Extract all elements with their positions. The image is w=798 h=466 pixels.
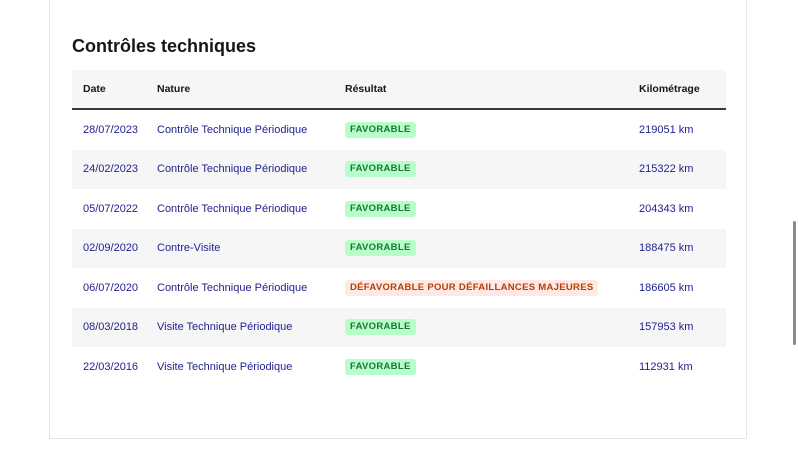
- table-row: 24/02/2023 Contrôle Technique Périodique…: [72, 149, 726, 189]
- row-mileage: 186605 km: [639, 281, 694, 294]
- status-badge: DÉFAVORABLE POUR DÉFAILLANCES MAJEURES: [345, 279, 599, 296]
- row-mileage: 112931 km: [639, 360, 693, 373]
- table-row: 28/07/2023 Contrôle Technique Périodique…: [72, 110, 726, 150]
- technical-inspections-card: Contrôles techniques Date Nature Résulta…: [49, 0, 747, 439]
- row-date: 28/07/2023: [83, 123, 139, 136]
- row-mileage: 204343 km: [639, 202, 694, 215]
- page: Contrôles techniques Date Nature Résulta…: [0, 0, 798, 466]
- status-badge: FAVORABLE: [345, 121, 416, 138]
- row-date: 08/03/2018: [83, 321, 139, 334]
- row-nature: Visite Technique Périodique: [157, 321, 293, 334]
- status-badge: FAVORABLE: [345, 200, 416, 217]
- table-row: 02/09/2020 Contre-Visite FAVORABLE 18847…: [72, 228, 726, 268]
- table-row: 22/03/2016 Visite Technique Périodique F…: [72, 347, 726, 387]
- table-header: Date Nature Résultat Kilométrage: [72, 70, 726, 110]
- status-badge: FAVORABLE: [345, 319, 416, 336]
- row-date: 24/02/2023: [83, 163, 139, 176]
- header-mileage: Kilométrage: [639, 83, 700, 95]
- row-date: 05/07/2022: [83, 202, 139, 215]
- row-date: 02/09/2020: [83, 242, 139, 255]
- header-result: Résultat: [345, 83, 387, 95]
- row-nature: Contrôle Technique Périodique: [157, 281, 308, 294]
- row-mileage: 219051 km: [639, 123, 694, 136]
- row-nature: Contrôle Technique Périodique: [157, 202, 308, 215]
- inspections-table: Date Nature Résultat Kilométrage 28/07/2…: [72, 70, 726, 387]
- row-nature: Contrôle Technique Périodique: [157, 123, 308, 136]
- row-mileage: 188475 km: [639, 242, 694, 255]
- table-row: 05/07/2022 Contrôle Technique Périodique…: [72, 189, 726, 229]
- table-row: 08/03/2018 Visite Technique Périodique F…: [72, 307, 726, 347]
- row-nature: Visite Technique Périodique: [157, 360, 293, 373]
- header-nature: Nature: [157, 83, 191, 95]
- page-scrollbar[interactable]: [793, 221, 796, 345]
- status-badge: FAVORABLE: [345, 161, 416, 178]
- table-row: 06/07/2020 Contrôle Technique Périodique…: [72, 268, 726, 308]
- row-nature: Contre-Visite: [157, 242, 221, 255]
- row-nature: Contrôle Technique Périodique: [157, 163, 308, 176]
- status-badge: FAVORABLE: [345, 358, 416, 375]
- row-date: 22/03/2016: [83, 360, 139, 373]
- row-mileage: 157953 km: [639, 321, 694, 334]
- row-date: 06/07/2020: [83, 281, 139, 294]
- header-date: Date: [83, 83, 106, 95]
- section-title: Contrôles techniques: [72, 36, 257, 56]
- status-badge: FAVORABLE: [345, 240, 416, 257]
- row-mileage: 215322 km: [639, 163, 694, 176]
